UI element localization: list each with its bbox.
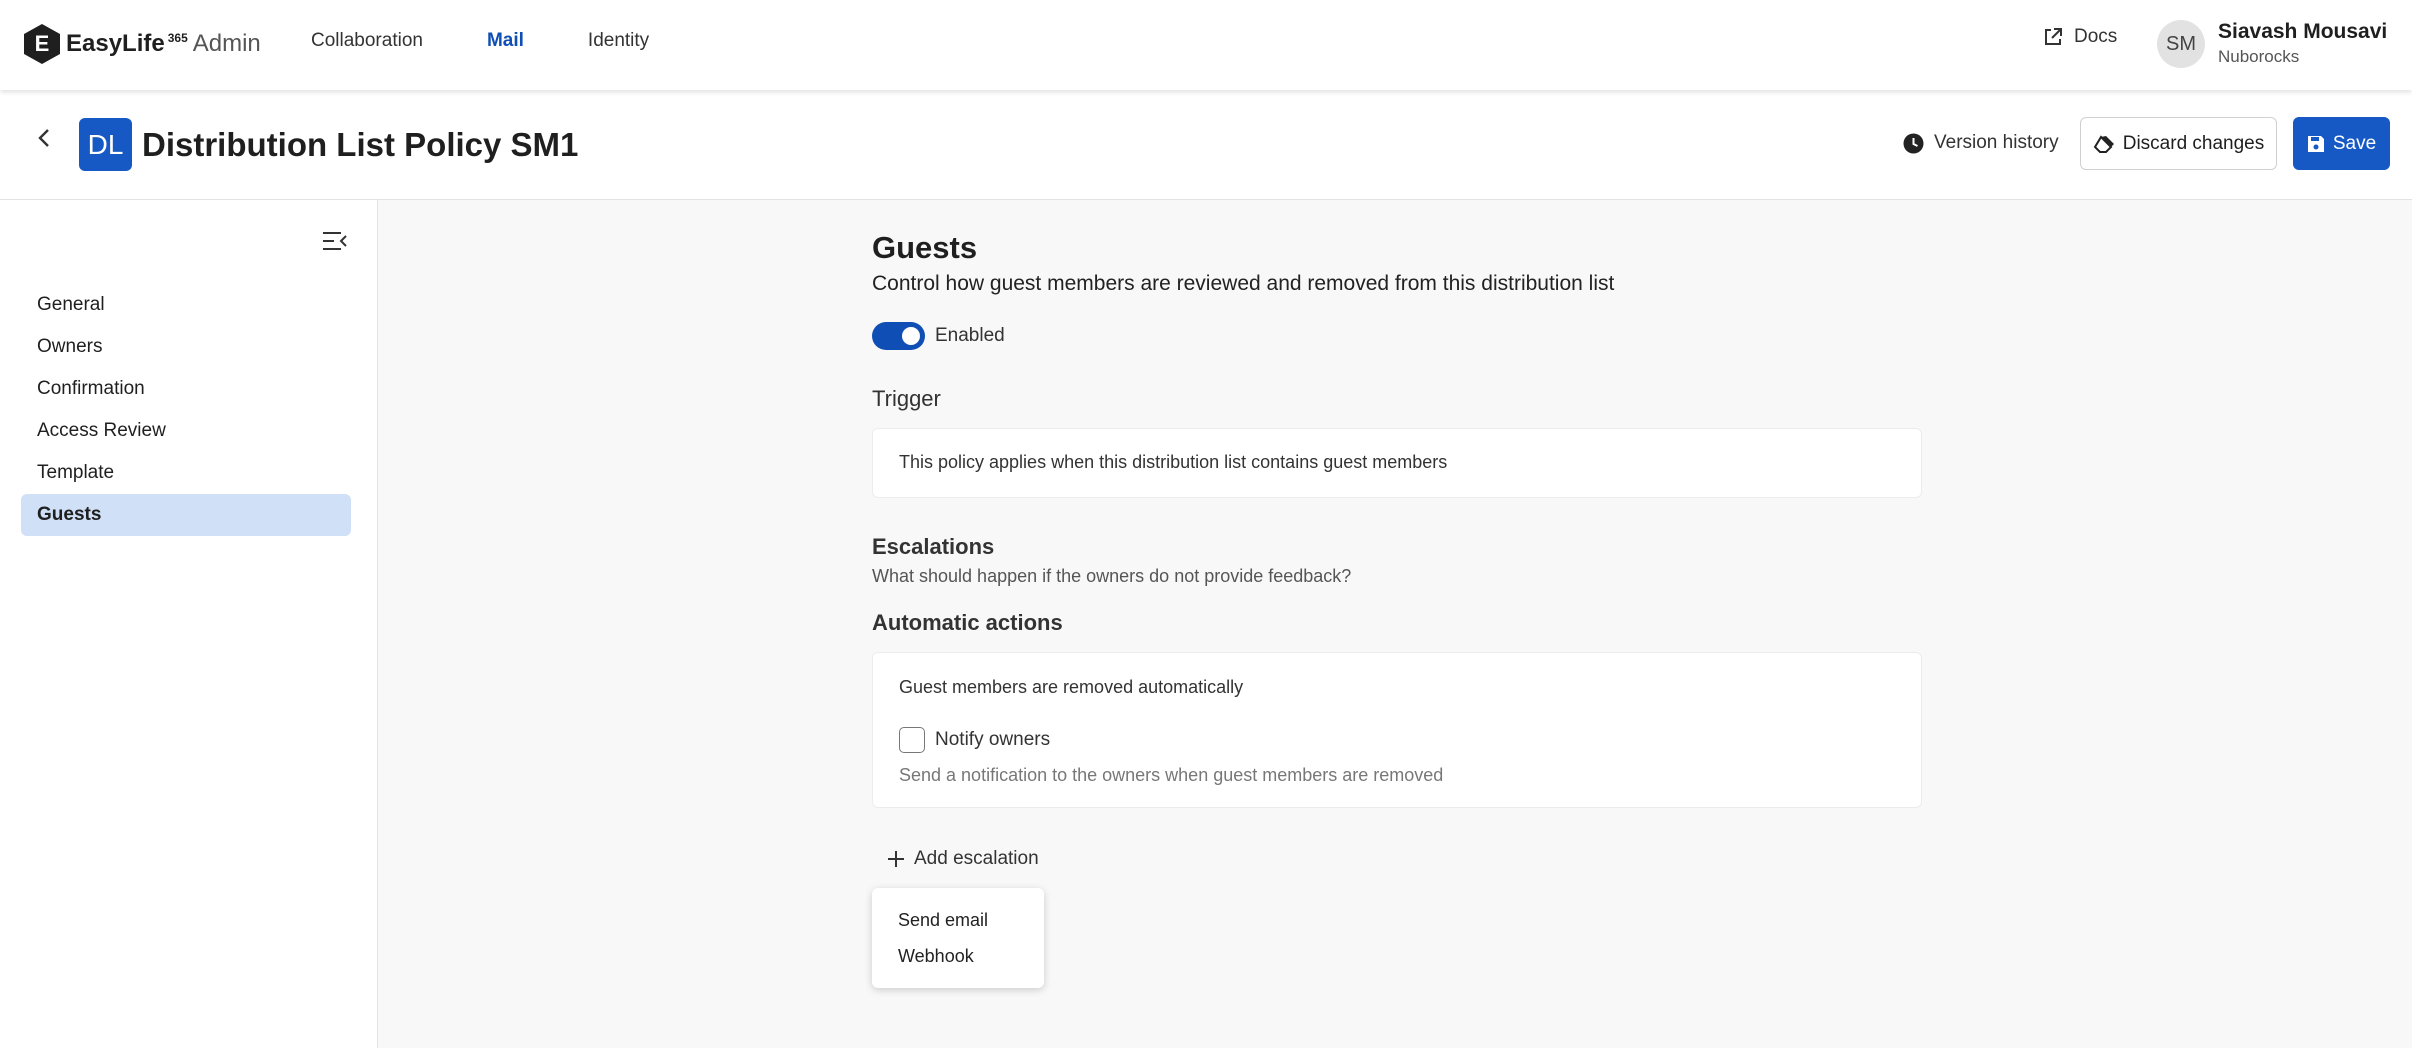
nav-collaboration[interactable]: Collaboration (311, 30, 423, 52)
menu-item-send-email[interactable]: Send email (872, 902, 1044, 938)
nav-identity[interactable]: Identity (588, 30, 649, 52)
brand-name: EasyLife (66, 30, 165, 57)
sidebar-item-owners[interactable]: Owners (21, 326, 351, 368)
sidebar-item-confirmation[interactable]: Confirmation (21, 368, 351, 410)
brand-logo[interactable]: E EasyLife 365 Admin (24, 22, 261, 66)
version-history-button[interactable]: Version history (1903, 132, 2059, 154)
brand-admin-label: Admin (192, 30, 261, 57)
list-type-badge: DL (79, 118, 132, 171)
escalations-heading: Escalations (872, 534, 995, 559)
automatic-action-text: Guest members are removed automatically (899, 677, 1244, 697)
sidebar-item-guests[interactable]: Guests (21, 494, 351, 536)
avatar[interactable]: SM (2157, 20, 2205, 68)
chevron-left-icon (38, 129, 49, 147)
trigger-card: This policy applies when this distributi… (872, 428, 1922, 498)
page-title: Distribution List Policy SM1 (142, 126, 579, 163)
user-name: Siavash Mousavi (2218, 20, 2388, 43)
add-escalation-label: Add escalation (914, 848, 1039, 869)
version-history-label: Version history (1934, 132, 2059, 153)
notify-owners-checkbox[interactable] (899, 727, 925, 753)
nav-mail[interactable]: Mail (487, 30, 524, 52)
automatic-actions-card: Guest members are removed automatically … (872, 652, 1922, 808)
automatic-actions-heading: Automatic actions (872, 610, 1063, 635)
save-label: Save (2332, 132, 2377, 154)
docs-link[interactable]: Docs (2042, 26, 2117, 48)
escalations-description: What should happen if the owners do not … (872, 566, 1352, 586)
sidebar-item-access-review[interactable]: Access Review (21, 410, 351, 452)
main-nav: Collaboration Mail Identity (311, 30, 649, 52)
sidebar-menu: General Owners Confirmation Access Revie… (21, 284, 351, 536)
enabled-toggle[interactable] (872, 322, 925, 350)
collapse-menu-icon (323, 232, 347, 250)
sidebar-item-template[interactable]: Template (21, 452, 351, 494)
user-org: Nuborocks (2218, 47, 2300, 66)
discard-changes-button[interactable]: Discard changes (2080, 117, 2277, 170)
trigger-heading: Trigger (872, 386, 941, 411)
enabled-label: Enabled (935, 325, 1005, 346)
notify-owners-description: Send a notification to the owners when g… (899, 765, 1444, 785)
trigger-text: This policy applies when this distributi… (899, 452, 1448, 472)
toggle-knob (902, 327, 920, 345)
back-button[interactable] (32, 126, 56, 150)
discard-changes-label: Discard changes (2122, 132, 2265, 154)
sidebar: General Owners Confirmation Access Revie… (0, 200, 378, 1048)
section-description: Control how guest members are reviewed a… (872, 272, 1615, 295)
menu-item-webhook[interactable]: Webhook (872, 938, 1044, 974)
eraser-icon (2093, 134, 2114, 153)
section-title: Guests (872, 230, 978, 265)
enabled-toggle-row: Enabled (872, 322, 1005, 350)
save-button[interactable]: Save (2293, 117, 2390, 170)
external-link-icon (2045, 28, 2062, 45)
plus-icon (888, 851, 904, 867)
brand-hexagon-icon: E (24, 24, 60, 64)
floppy-disk-icon (2307, 135, 2324, 152)
notify-owners-label[interactable]: Notify owners (935, 729, 1050, 751)
docs-label: Docs (2074, 26, 2118, 47)
brand-letter: E (34, 31, 50, 56)
clock-icon (1903, 133, 1924, 153)
brand-superscript: 365 (167, 31, 188, 45)
page-header: DL Distribution List Policy SM1 Version … (0, 90, 2412, 200)
collapse-sidebar-button[interactable] (321, 230, 349, 252)
user-info[interactable]: Siavash Mousavi Nuborocks (2218, 20, 2387, 67)
add-escalation-button[interactable]: Add escalation (886, 848, 1039, 870)
escalation-dropdown-menu: Send email Webhook (872, 888, 1044, 988)
notify-owners-row: Notify owners (899, 727, 1050, 753)
sidebar-item-general[interactable]: General (21, 284, 351, 326)
top-navigation: E EasyLife 365 Admin Collaboration Mail … (0, 0, 2412, 90)
